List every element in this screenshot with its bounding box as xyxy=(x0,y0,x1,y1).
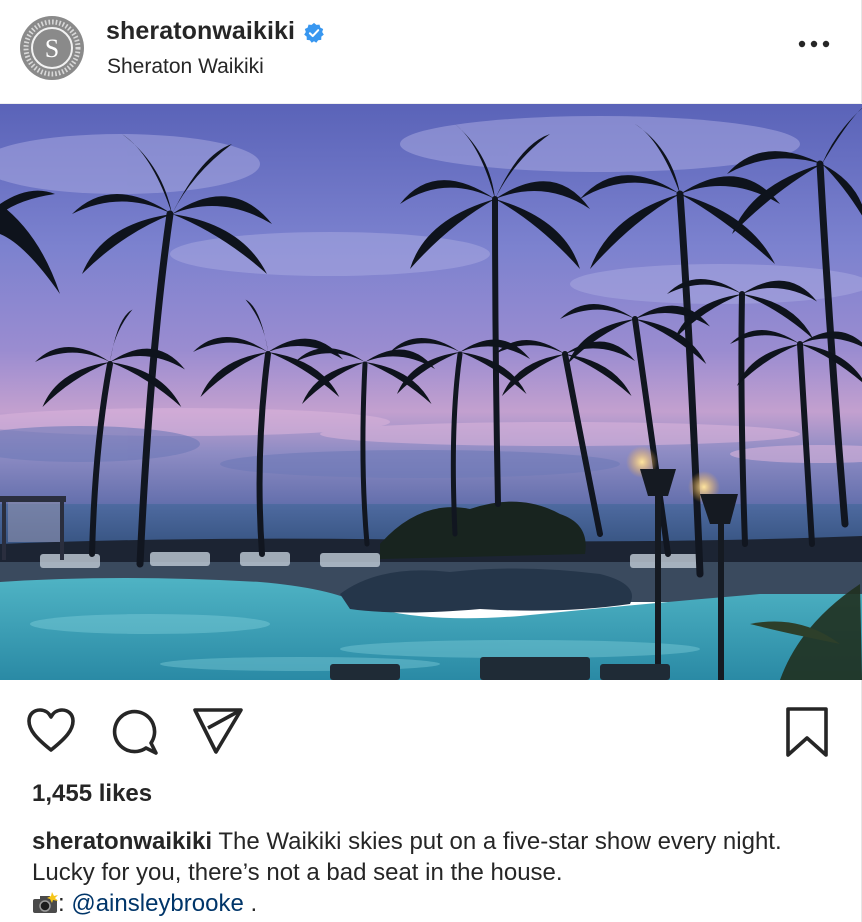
instagram-post: S sheratonwaikiki Sheraton Waikiki 1,455… xyxy=(0,0,862,922)
camera-flash-emoji-icon xyxy=(33,892,58,913)
heart-icon[interactable] xyxy=(26,708,76,754)
caption: sheratonwaikiki The Waikiki skies put on… xyxy=(32,826,832,919)
post-photo[interactable] xyxy=(0,104,862,680)
mention-link[interactable]: @ainsleybrooke xyxy=(71,890,243,917)
avatar[interactable]: S xyxy=(20,16,84,80)
paper-plane-icon[interactable] xyxy=(192,706,244,756)
svg-text:S: S xyxy=(45,34,59,63)
more-options-icon[interactable] xyxy=(796,36,832,52)
action-bar xyxy=(0,680,862,780)
username-link[interactable]: sheratonwaikiki xyxy=(106,17,295,46)
caption-credit-sep: : xyxy=(58,890,72,917)
username-row: sheratonwaikiki xyxy=(106,17,325,46)
sunset-pool-palms-image xyxy=(0,104,862,680)
comment-icon[interactable] xyxy=(110,707,160,757)
caption-username[interactable]: sheratonwaikiki xyxy=(32,828,212,855)
post-header: S sheratonwaikiki Sheraton Waikiki xyxy=(0,0,862,104)
bookmark-icon[interactable] xyxy=(784,706,830,758)
verified-badge-icon xyxy=(304,22,324,43)
like-count[interactable]: 1,455 likes xyxy=(32,780,152,808)
location-link[interactable]: Sheraton Waikiki xyxy=(107,55,264,79)
caption-end: . xyxy=(243,890,258,917)
